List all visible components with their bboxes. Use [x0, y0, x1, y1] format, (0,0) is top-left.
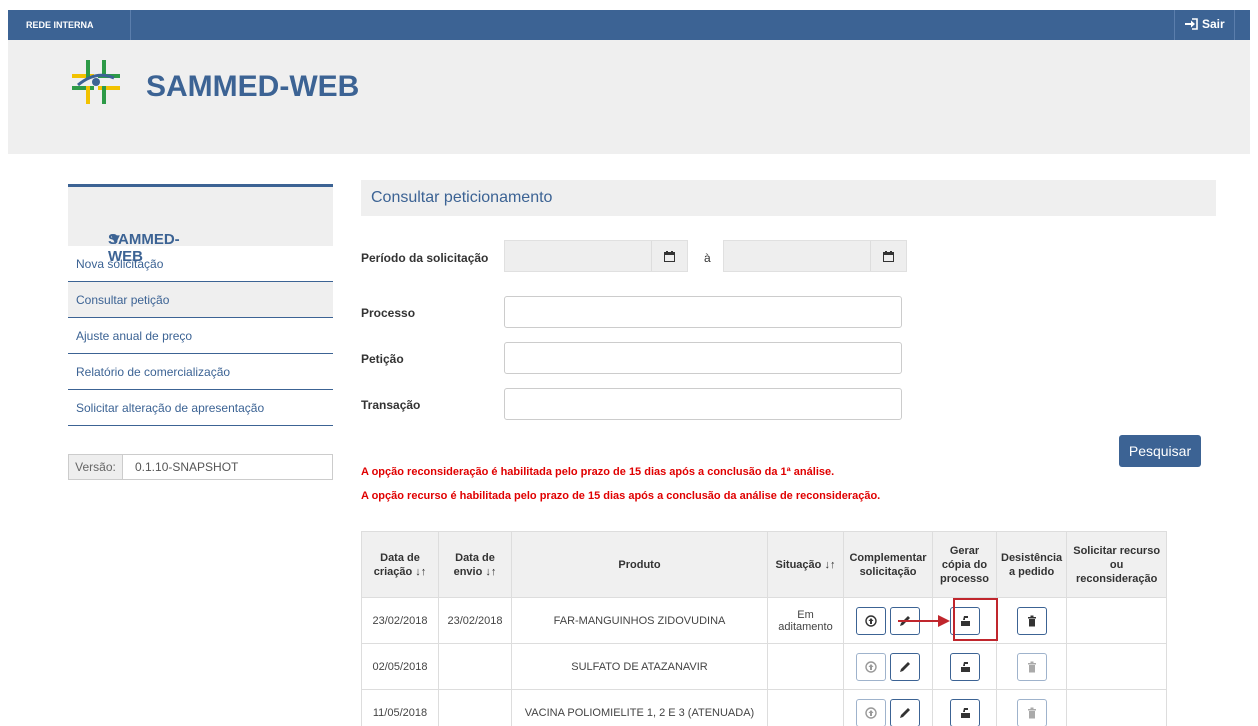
upload-button[interactable] [856, 652, 887, 681]
highlight-annotation-box [953, 598, 998, 641]
calendar-end-button[interactable] [870, 241, 906, 271]
cell-envio [438, 689, 512, 726]
withdraw-button[interactable] [1016, 698, 1047, 726]
cell-solicitar-recurso [1066, 643, 1168, 690]
sidebar-item-relatorio[interactable]: Relatório de comercialização [68, 354, 333, 390]
cell-situacao [767, 643, 844, 690]
processo-input[interactable] [504, 296, 902, 328]
app-brand-title: SAMMED-WEB [146, 70, 360, 103]
col-situacao[interactable]: Situação ↓↑ [767, 531, 844, 598]
cell-solicitar-recurso [1066, 689, 1168, 726]
sidebar-menu: ▼ SAMMED-WEB Nova solicitação Consultar … [68, 184, 333, 426]
cell-produto: SULFATO DE ATAZANAVIR [511, 643, 768, 690]
sort-icon[interactable]: ↓↑ [485, 566, 496, 578]
transacao-label: Transação [361, 398, 421, 412]
cell-criacao: 23/02/2018 [361, 597, 439, 644]
cell-produto: VACINA POLIOMIELITE 1, 2 E 3 (ATENUADA) [511, 689, 768, 726]
cell-solicitar-recurso [1066, 597, 1168, 644]
col-solicitar-recurso: Solicitar recurso ou reconsideração [1066, 531, 1168, 598]
col-data-criacao[interactable]: Data de criação ↓↑ [361, 531, 439, 598]
generate-copy-button[interactable] [949, 698, 980, 726]
sammed-logo-icon [72, 60, 120, 104]
period-separator: à [704, 251, 711, 265]
cell-situacao [767, 689, 844, 726]
cell-gerar-copia [932, 643, 997, 690]
peticao-label: Petição [361, 352, 404, 366]
upload-button[interactable] [856, 606, 887, 635]
notice-recurso: A opção recurso é habilitada pelo prazo … [361, 490, 881, 502]
logout-button[interactable]: Sair [1184, 17, 1225, 31]
intranet-label[interactable]: REDE INTERNA [26, 20, 94, 30]
copy-document-icon [960, 661, 970, 672]
page-title: Consultar peticionamento [371, 189, 553, 206]
sidebar-item-ajuste-anual[interactable]: Ajuste anual de preço [68, 318, 333, 354]
cell-criacao: 11/05/2018 [361, 689, 439, 726]
red-arrow-annotation-icon [898, 615, 950, 627]
table-row: 02/05/2018 SULFATO DE ATAZANAVIR [361, 643, 1168, 690]
edit-button[interactable] [889, 698, 920, 726]
sort-icon[interactable]: ↓↑ [824, 559, 835, 571]
version-box: Versão: 0.1.10-SNAPSHOT [68, 454, 333, 480]
sidebar-title: SAMMED-WEB [108, 231, 180, 265]
table-row: 11/05/2018 VACINA POLIOMIELITE 1, 2 E 3 … [361, 689, 1168, 726]
version-value: 0.1.10-SNAPSHOT [135, 460, 239, 474]
upload-icon [865, 614, 878, 627]
copy-document-icon [960, 707, 970, 718]
cell-envio: 23/02/2018 [438, 597, 512, 644]
notice-reconsideracao: A opção reconsideração é habilitada pelo… [361, 466, 835, 478]
table-header-row: Data de criação ↓↑ Data de envio ↓↑ Prod… [361, 531, 1168, 598]
period-end-field[interactable] [723, 240, 907, 272]
col-gerar-copia: Gerar cópia do processo [932, 531, 997, 598]
cell-desistencia [995, 689, 1068, 726]
upload-icon [865, 706, 878, 719]
cell-gerar-copia [932, 689, 997, 726]
upload-icon [865, 660, 878, 673]
results-table: Data de criação ↓↑ Data de envio ↓↑ Prod… [361, 531, 1168, 726]
version-label: Versão: [69, 455, 123, 479]
col-complementar: Complementar solicitação [843, 531, 933, 598]
peticao-input[interactable] [504, 342, 902, 374]
cell-envio [438, 643, 512, 690]
pencil-icon [899, 661, 910, 672]
app-header: SAMMED-WEB [8, 40, 1250, 154]
calendar-icon [883, 250, 894, 262]
trash-icon [1027, 707, 1036, 718]
trash-icon [1027, 615, 1036, 626]
period-label: Período da solicitação [361, 251, 489, 265]
generate-copy-button[interactable] [949, 652, 980, 681]
col-data-envio[interactable]: Data de envio ↓↑ [438, 531, 512, 598]
top-navbar: REDE INTERNA Sair [8, 10, 1250, 40]
cell-complementar [843, 643, 933, 690]
processo-label: Processo [361, 306, 416, 320]
cell-desistencia [995, 597, 1068, 644]
calendar-start-button[interactable] [651, 241, 687, 271]
sort-icon[interactable]: ↓↑ [415, 566, 426, 578]
search-button[interactable]: Pesquisar [1119, 435, 1201, 467]
logout-label: Sair [1202, 17, 1225, 31]
cell-criacao: 02/05/2018 [361, 643, 439, 690]
col-desistencia: Desistência a pedido [995, 531, 1068, 598]
edit-button[interactable] [889, 652, 920, 681]
cell-complementar [843, 689, 933, 726]
table-row: 23/02/2018 23/02/2018 FAR-MANGUINHOS ZID… [361, 597, 1168, 644]
withdraw-button[interactable] [1016, 606, 1047, 635]
sidebar-header[interactable]: ▼ SAMMED-WEB [68, 184, 333, 265]
transacao-input[interactable] [504, 388, 902, 420]
pencil-icon [899, 707, 910, 718]
sidebar-item-consultar-peticao[interactable]: Consultar petição [68, 282, 333, 318]
sign-out-icon [1185, 18, 1198, 30]
calendar-icon [664, 250, 675, 262]
sidebar-item-alteracao-apresentacao[interactable]: Solicitar alteração de apresentação [68, 390, 333, 426]
cell-desistencia [995, 643, 1068, 690]
panel-title-bar: Consultar peticionamento [361, 180, 1216, 216]
col-produto: Produto [511, 531, 768, 598]
period-start-field[interactable] [504, 240, 688, 272]
upload-button[interactable] [856, 698, 887, 726]
cell-situacao: Em aditamento [767, 597, 844, 644]
trash-icon [1027, 661, 1036, 672]
withdraw-button[interactable] [1016, 652, 1047, 681]
cell-produto: FAR-MANGUINHOS ZIDOVUDINA [511, 597, 768, 644]
